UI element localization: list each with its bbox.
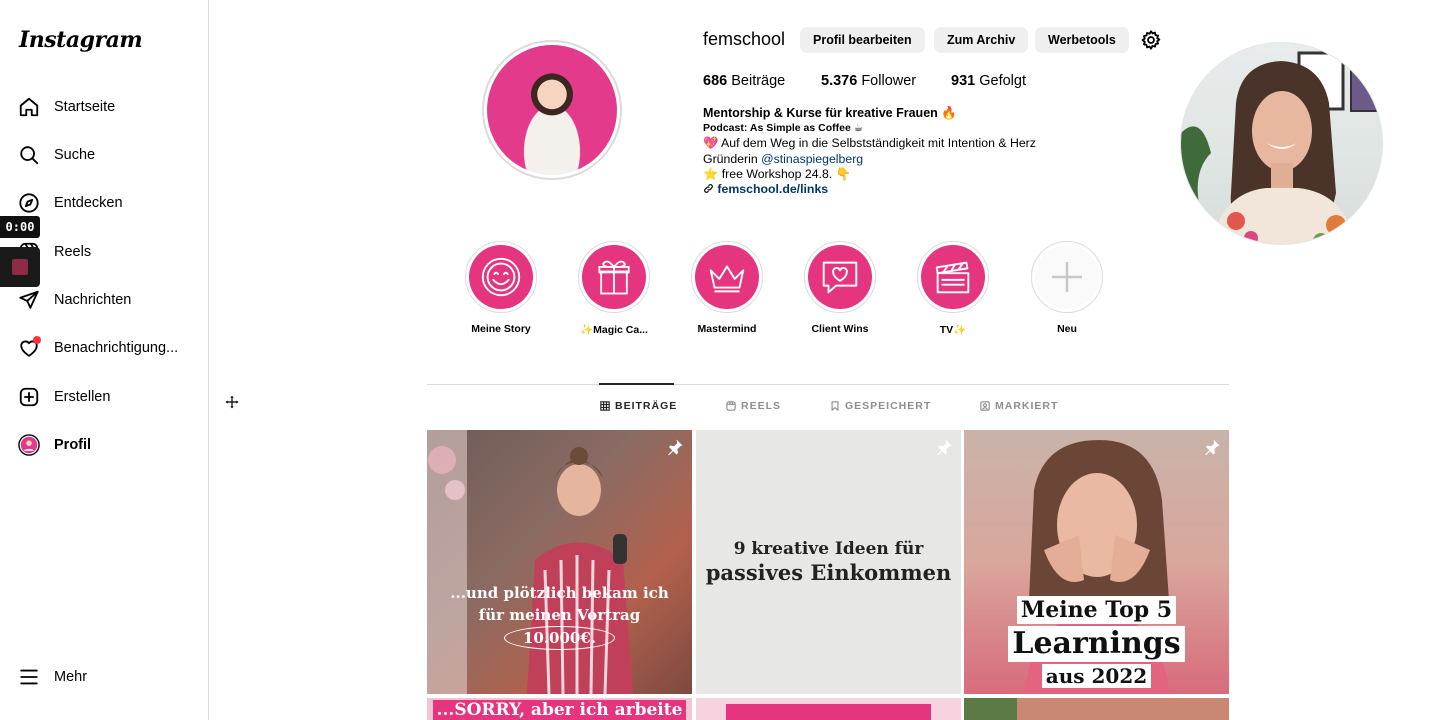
pinned-icon <box>937 439 952 456</box>
highlight-item[interactable]: Mastermind <box>690 241 764 335</box>
sidebar-item-label: Startseite <box>54 99 116 115</box>
sidebar-item-search[interactable]: Suche <box>18 140 95 170</box>
bio-mention-link[interactable]: @stinaspiegelberg <box>761 152 863 166</box>
tab-saved[interactable]: GESPEICHERT <box>830 400 931 412</box>
highlight-label: Neu <box>1057 323 1077 335</box>
move-cursor-icon <box>224 394 240 410</box>
sidebar: Instagram Startseite Suche Entdecken Ree… <box>0 0 209 720</box>
crown-icon <box>709 265 745 293</box>
instagram-logo[interactable]: Instagram <box>19 27 143 53</box>
plus-square-icon <box>18 386 40 408</box>
sidebar-item-create[interactable]: Erstellen <box>18 382 110 412</box>
sidebar-item-label: Reels <box>54 244 92 260</box>
bio-line: 💖 Auf dem Weg in die Selbstständigkeit m… <box>703 136 1036 151</box>
highlight-label: TV✨ <box>939 324 967 336</box>
pinned-icon <box>668 439 683 456</box>
clapperboard-icon <box>935 261 970 294</box>
plus-icon <box>1052 262 1082 292</box>
webcam-overlay[interactable] <box>1180 42 1383 245</box>
heart-icon <box>18 336 41 359</box>
highlight-label: ✨Magic Ca... <box>580 324 648 336</box>
sidebar-item-label: Entdecken <box>54 195 123 211</box>
bio-link-row: femschool.de/links <box>703 182 1036 197</box>
highlight-item[interactable]: TV✨ <box>916 241 990 336</box>
tagged-icon <box>980 401 990 411</box>
bio-name: Mentorship & Kurse für kreative Frauen 🔥 <box>703 106 957 120</box>
post-tile[interactable]: ...SORRY, aber ich arbeite <box>427 698 692 720</box>
grid-icon <box>600 401 610 411</box>
recording-timer: 0:00 <box>0 216 40 238</box>
search-icon <box>18 144 40 166</box>
post-tile[interactable] <box>964 698 1229 720</box>
gear-icon[interactable] <box>1140 29 1162 51</box>
highlight-label: Mastermind <box>697 323 757 335</box>
highlight-label: Client Wins <box>811 323 869 335</box>
new-highlight-button[interactable]: Neu <box>1030 241 1104 335</box>
profile-avatar[interactable] <box>482 40 622 180</box>
stop-icon <box>12 259 28 275</box>
notification-dot <box>33 336 41 344</box>
sidebar-item-label: Benachrichtigung... <box>54 340 179 356</box>
followers-stat[interactable]: 5.376 Follower <box>821 73 916 89</box>
post-caption-overlay: ...SORRY, aber ich arbeite <box>427 700 692 720</box>
gift-icon <box>598 260 630 295</box>
bio-line: Gründerin @stinaspiegelberg <box>703 151 864 166</box>
sidebar-item-label: Erstellen <box>54 389 111 405</box>
sidebar-item-profile[interactable]: Profil <box>18 430 91 460</box>
post-caption-overlay: ...und plötzlich bekam ich für meinen Vo… <box>427 582 692 650</box>
avatar <box>18 434 40 456</box>
sidebar-item-explore[interactable]: Entdecken <box>18 188 123 218</box>
link-icon <box>704 184 713 193</box>
smiley-icon <box>481 257 521 297</box>
highlight-item[interactable]: Client Wins <box>803 241 877 335</box>
post-tile[interactable] <box>696 698 961 720</box>
send-icon <box>18 289 40 311</box>
sidebar-item-label: Profil <box>54 437 92 453</box>
posts-stat: 686 Beiträge <box>703 73 786 89</box>
sidebar-item-label: Mehr <box>54 669 88 685</box>
post-caption-overlay: 9 kreative Ideen für passives Einkommen <box>705 539 952 585</box>
stop-recording-button[interactable] <box>0 247 40 287</box>
highlight-label: Meine Story <box>471 323 531 335</box>
archive-button[interactable]: Zum Archiv <box>934 27 1029 53</box>
post-tile[interactable]: 9 kreative Ideen für passives Einkommen <box>696 430 961 694</box>
sidebar-item-label: Nachrichten <box>54 292 132 308</box>
pinned-icon <box>1205 439 1220 456</box>
menu-icon <box>18 666 40 688</box>
sidebar-item-more[interactable]: Mehr <box>18 662 87 692</box>
following-stat[interactable]: 931 Gefolgt <box>951 73 1026 89</box>
post-caption-overlay: Meine Top 5 Learnings aus 2022 <box>964 596 1229 688</box>
profile-bio: Mentorship & Kurse für kreative Frauen 🔥… <box>703 106 1036 197</box>
home-icon <box>18 96 40 118</box>
bio-line: ⭐ free Workshop 24.8. 👇 <box>703 166 851 181</box>
edit-profile-button[interactable]: Profil bearbeiten <box>800 27 925 53</box>
compass-icon <box>18 192 40 214</box>
tab-reels[interactable]: REELS <box>726 400 781 412</box>
bio-website-link[interactable]: femschool.de/links <box>717 182 828 196</box>
profile-username: femschool <box>703 29 786 49</box>
tab-posts[interactable]: BEITRÄGE <box>600 400 677 412</box>
post-tile[interactable]: Meine Top 5 Learnings aus 2022 <box>964 430 1229 694</box>
sidebar-item-label: Suche <box>54 147 96 163</box>
post-tile[interactable]: ...und plötzlich bekam ich für meinen Vo… <box>427 430 692 694</box>
reels-icon <box>726 401 736 411</box>
active-tab-indicator <box>599 383 674 385</box>
tab-tagged[interactable]: MARKIERT <box>980 400 1058 412</box>
highlight-item[interactable]: Meine Story <box>464 241 538 335</box>
chat-heart-icon <box>822 261 858 294</box>
sidebar-item-notifications[interactable]: Benachrichtigung... <box>18 333 178 363</box>
bio-line: Podcast: As Simple as Coffee ☕ <box>703 122 864 135</box>
tabs-divider <box>427 384 1229 385</box>
sidebar-item-home[interactable]: Startseite <box>18 92 115 122</box>
sidebar-item-messages[interactable]: Nachrichten <box>18 285 131 315</box>
highlight-item[interactable]: ✨Magic Ca... <box>577 241 651 336</box>
ad-tools-button[interactable]: Werbetools <box>1035 27 1129 53</box>
bookmark-icon <box>831 401 839 411</box>
